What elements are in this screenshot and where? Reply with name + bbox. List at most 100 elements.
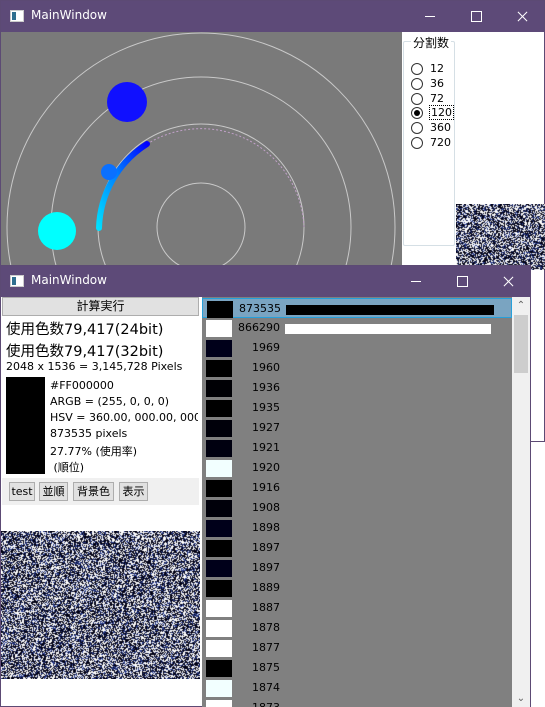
pixel-count: 1889 (252, 581, 280, 594)
color-list-item[interactable]: 1927 (202, 418, 512, 438)
title-bar[interactable]: MainWindow (1, 266, 530, 297)
pixel-count: 1927 (252, 421, 280, 434)
background-color-button[interactable]: 背景色 (73, 482, 114, 501)
close-button[interactable] (499, 1, 545, 32)
color-swatch (206, 340, 232, 357)
color-swatch (206, 500, 232, 517)
radio-label: 12 (430, 62, 444, 75)
maximize-button[interactable] (439, 266, 485, 297)
pixel-count: 1921 (252, 441, 280, 454)
color-swatch (206, 620, 232, 637)
pixel-count: 1908 (252, 501, 280, 514)
sort-button[interactable]: 並順 (39, 482, 68, 501)
blue-circle (107, 82, 147, 122)
color-count-24bit: 使用色数79,417(24bit) (6, 322, 164, 338)
color-list-item[interactable]: 866290 (202, 318, 512, 338)
color-list-item[interactable]: 1874 (202, 678, 512, 698)
show-button[interactable]: 表示 (119, 482, 148, 501)
color-swatch (206, 680, 232, 697)
color-swatch (206, 460, 232, 477)
color-swatch (206, 480, 232, 497)
radio-button[interactable] (411, 121, 423, 134)
pixel-count: 1969 (252, 341, 280, 354)
color-list-item[interactable]: 1898 (202, 518, 512, 538)
color-list-item[interactable]: 1936 (202, 378, 512, 398)
button-strip: test 並順 背景色 表示 (2, 478, 199, 505)
color-list-item[interactable]: 1889 (202, 578, 512, 598)
scroll-down-icon[interactable]: ⌄ (512, 690, 530, 707)
pixel-count: 1897 (252, 561, 280, 574)
color-list-item[interactable]: 1916 (202, 478, 512, 498)
resolution-text: 2048 x 1536 = 3,145,728 Pixels (6, 360, 183, 373)
color-list-item[interactable]: 1897 (202, 558, 512, 578)
pixel-count: 1960 (252, 361, 280, 374)
color-list-item[interactable]: 1873 (202, 698, 512, 707)
radio-option-12[interactable]: 12 (411, 61, 445, 76)
color-list-item[interactable]: 1878 (202, 618, 512, 638)
maximize-button[interactable] (453, 1, 499, 32)
pixel-count: 1897 (252, 541, 280, 554)
color-list-item[interactable]: 1875 (202, 658, 512, 678)
color-list[interactable]: 873535 866290 1969 1960 1936 1935 1927 1921 1920… (202, 297, 530, 707)
color-list-item[interactable]: 1969 (202, 338, 512, 358)
radio-button[interactable] (411, 92, 423, 105)
color-list-item[interactable]: 1908 (202, 498, 512, 518)
radio-label: 120 (429, 105, 454, 120)
color-swatch (206, 420, 232, 437)
vertical-scrollbar[interactable]: ⌃ ⌄ (512, 297, 530, 707)
color-list-item[interactable]: 1920 (202, 458, 512, 478)
test-button[interactable]: test (9, 482, 35, 501)
radio-option-36[interactable]: 36 (411, 76, 445, 91)
close-button[interactable] (485, 266, 531, 297)
radio-option-120[interactable]: 120 (411, 105, 454, 120)
radio-button[interactable] (411, 77, 423, 90)
color-swatch (206, 600, 232, 617)
radio-option-720[interactable]: 720 (411, 135, 452, 150)
pixel-count: 1873 (236, 701, 280, 707)
scroll-up-icon[interactable]: ⌃ (512, 297, 530, 314)
calculate-button[interactable]: 計算実行 (2, 297, 199, 316)
pixel-count: 1877 (252, 641, 280, 654)
radio-button[interactable] (411, 62, 423, 75)
radio-option-360[interactable]: 360 (411, 120, 452, 135)
selected-pixels: 873535 pixels (50, 427, 128, 440)
radio-button-checked[interactable] (411, 106, 423, 119)
color-swatch (206, 360, 232, 377)
color-list-item[interactable]: 873535 (202, 298, 512, 318)
window-title: MainWindow (31, 8, 107, 22)
color-swatch (206, 660, 232, 677)
color-list-item[interactable]: 1960 (202, 358, 512, 378)
color-list-item[interactable]: 1877 (202, 638, 512, 658)
color-list-item[interactable]: 1897 (202, 538, 512, 558)
selected-rank: (順位) (50, 461, 85, 474)
color-swatch (207, 301, 233, 318)
color-swatch (206, 700, 232, 707)
radio-option-72[interactable]: 72 (411, 91, 445, 106)
pixel-count: 1887 (252, 601, 280, 614)
color-list-item[interactable]: 1935 (202, 398, 512, 418)
color-swatch (206, 440, 232, 457)
window-title: MainWindow (31, 273, 107, 287)
color-list-item[interactable]: 1887 (202, 598, 512, 618)
color-list-item[interactable]: 1921 (202, 438, 512, 458)
selected-argb: ARGB = (255, 0, 0, 0) (50, 395, 170, 408)
color-swatch (206, 540, 232, 557)
app-icon (10, 275, 24, 287)
color-swatch (206, 560, 232, 577)
color-swatch (206, 400, 232, 417)
hue-arc-blue (96, 141, 150, 231)
minimize-button[interactable] (407, 1, 453, 32)
scroll-thumb[interactable] (514, 315, 528, 373)
color-swatch (206, 520, 232, 537)
ring-2 (50, 76, 352, 267)
pixel-count: 1875 (252, 661, 280, 674)
minimize-button[interactable] (393, 266, 439, 297)
title-bar[interactable]: MainWindow (1, 1, 544, 32)
radio-label: 720 (430, 136, 451, 149)
app-icon (10, 10, 24, 22)
hue-marker (101, 164, 117, 180)
hue-wheel-canvas (1, 32, 402, 267)
radio-button[interactable] (411, 136, 423, 149)
division-groupbox: 分割数 12 36 72 120 360 720 (403, 34, 455, 246)
cyan-circle (38, 212, 76, 250)
